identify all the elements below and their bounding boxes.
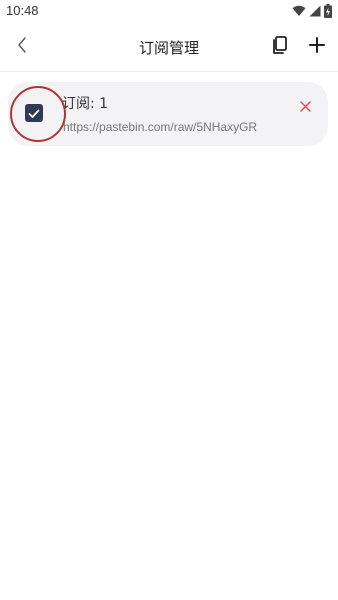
subscription-url: https://pastebin.com/raw/5NHaxyGR bbox=[63, 120, 258, 134]
close-icon bbox=[299, 97, 311, 116]
checkmark-icon bbox=[28, 104, 40, 123]
add-icon bbox=[309, 37, 325, 57]
cellular-signal-icon bbox=[309, 5, 321, 17]
copy-button[interactable] bbox=[266, 33, 294, 61]
subscription-checkbox[interactable] bbox=[25, 104, 43, 122]
app-bar: 订阅管理 bbox=[0, 24, 338, 70]
battery-charging-icon bbox=[324, 4, 332, 18]
subscription-name: 订阅: 1 bbox=[62, 96, 109, 112]
delete-button[interactable] bbox=[295, 96, 315, 116]
wifi-icon bbox=[292, 5, 306, 17]
add-button[interactable] bbox=[303, 33, 331, 61]
status-time: 10:48 bbox=[6, 3, 39, 18]
status-bar: 10:48 bbox=[0, 0, 338, 24]
subscription-card[interactable]: 订阅: 1 https://pastebin.com/raw/5NHaxyGR bbox=[8, 82, 328, 146]
status-icons bbox=[292, 4, 332, 18]
app-bar-divider bbox=[0, 71, 338, 72]
copy-icon bbox=[272, 36, 288, 58]
